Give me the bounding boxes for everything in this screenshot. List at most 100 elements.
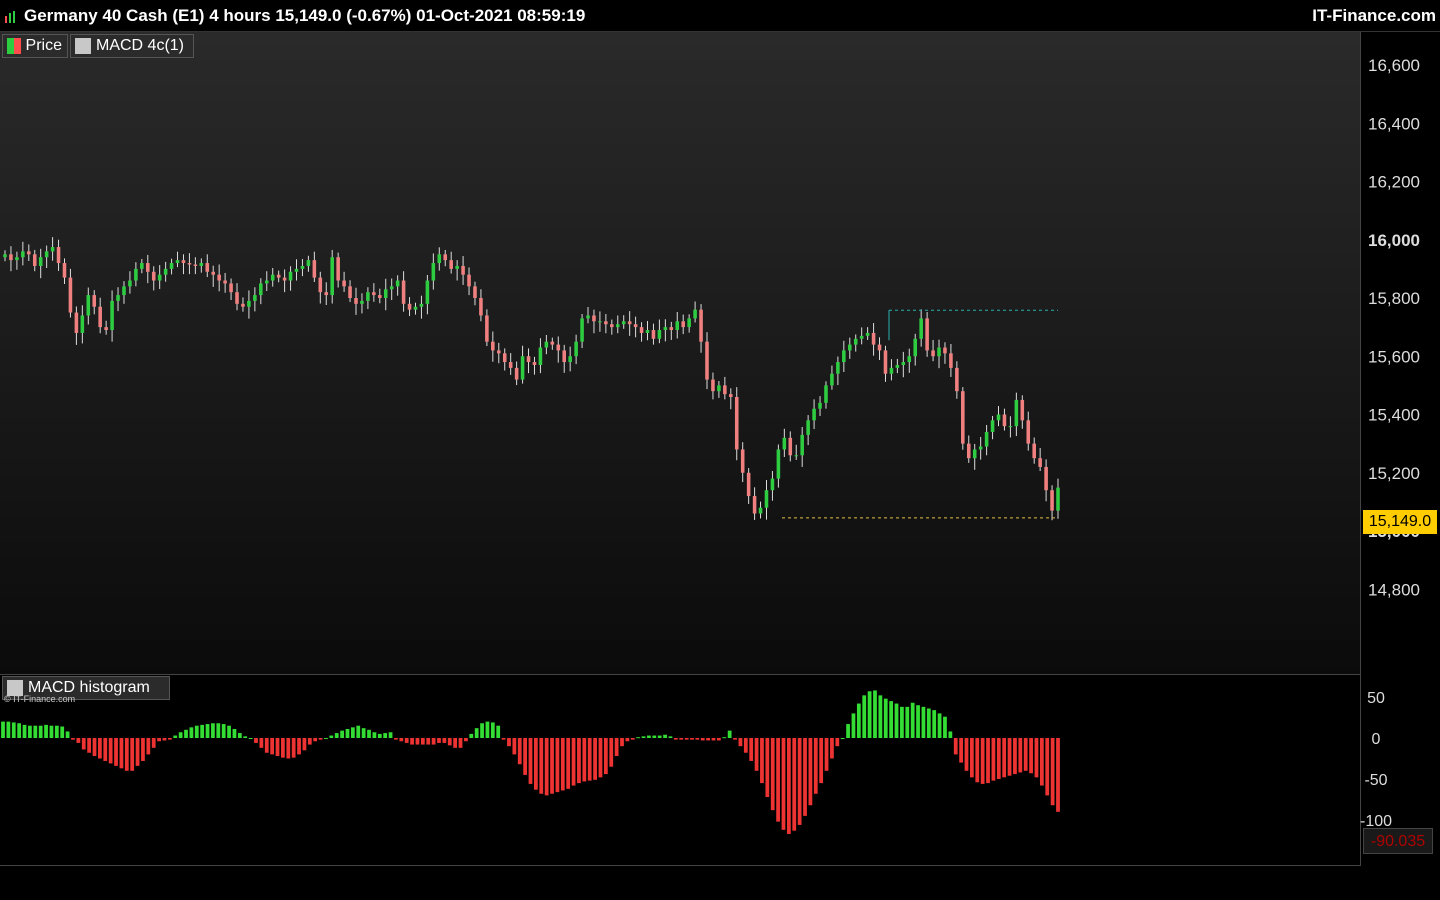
histogram-bar	[420, 738, 425, 745]
price-tick-label: 16,200	[1368, 173, 1420, 192]
legend-price[interactable]: Price	[2, 34, 68, 58]
histogram-tick-label: -50	[1364, 772, 1387, 789]
legend-macd[interactable]: MACD 4c(1)	[70, 34, 194, 58]
histogram-bar	[808, 738, 813, 806]
histogram-bar	[889, 701, 894, 738]
macd-color-swatch	[75, 38, 91, 54]
histogram-bar	[485, 721, 490, 738]
histogram-bar	[480, 723, 484, 738]
chart-area[interactable]: 16,600 16,400 16,200 16,000 15,800 15,600 15,4…	[0, 32, 1440, 892]
histogram-panel-background	[0, 675, 1360, 865]
candle-body	[241, 303, 245, 307]
histogram-bar	[652, 735, 657, 738]
candle-body	[187, 263, 192, 265]
candle-body	[699, 309, 703, 342]
histogram-bar	[286, 738, 291, 759]
histogram-bar	[647, 735, 651, 738]
candle-body	[514, 367, 519, 380]
candle-body	[592, 315, 596, 322]
chart-svg[interactable]: 16,600 16,400 16,200 16,000 15,800 15,600 15,4…	[0, 32, 1440, 892]
histogram-bar	[431, 738, 436, 745]
histogram-bar	[264, 738, 269, 753]
histogram-bar	[76, 738, 81, 743]
candle-body	[1050, 490, 1054, 511]
histogram-bar	[636, 737, 641, 739]
histogram-bar	[614, 738, 619, 757]
candle-body	[1038, 458, 1042, 467]
candle-body	[865, 332, 870, 336]
candle-body	[627, 321, 632, 325]
candle-body	[318, 277, 323, 293]
histogram-bar	[803, 738, 807, 816]
candle-body	[270, 274, 275, 281]
candle-body	[586, 315, 590, 319]
price-tick-label: 15,800	[1368, 289, 1420, 308]
histogram-bar	[932, 710, 937, 738]
histogram-bar	[11, 722, 16, 738]
histogram-bar	[550, 738, 554, 794]
candle-body	[669, 327, 674, 331]
candle-body	[961, 391, 965, 444]
candle-body	[955, 367, 959, 392]
candle-body	[80, 315, 85, 333]
candle-body	[157, 274, 162, 281]
histogram-bar	[189, 727, 194, 738]
brand-label: IT-Finance.com	[1312, 6, 1436, 25]
histogram-bar	[496, 725, 501, 738]
histogram-bar	[824, 738, 829, 771]
histogram-bar	[167, 738, 172, 740]
candle-body	[615, 324, 620, 328]
candle-body	[372, 292, 376, 296]
candle-body	[520, 356, 525, 380]
candle-body	[1044, 466, 1048, 491]
histogram-bar	[673, 738, 678, 740]
candle-body	[711, 379, 715, 392]
candle-body	[199, 263, 204, 266]
candle-body	[383, 289, 388, 298]
candle-body	[140, 263, 144, 269]
candle-body	[425, 280, 430, 304]
candle-body	[1032, 443, 1036, 459]
histogram-bar	[135, 738, 140, 766]
candle-body	[818, 402, 822, 409]
candle-body	[431, 263, 436, 281]
histogram-bar	[620, 738, 624, 747]
histogram-bar	[517, 738, 522, 765]
histogram-bar	[878, 695, 883, 738]
candle-body	[836, 362, 840, 374]
candle-body	[455, 265, 459, 269]
candle-body	[675, 321, 680, 331]
candle-body	[859, 335, 864, 339]
histogram-bar	[410, 738, 414, 745]
candle-body	[925, 318, 929, 351]
histogram-bar	[733, 738, 737, 740]
candle-body	[645, 330, 650, 333]
candle-body	[610, 324, 614, 328]
histogram-bar	[603, 738, 608, 775]
candle-body	[437, 254, 442, 264]
copyright-text: © IT-Finance.com	[4, 694, 76, 704]
candle-body	[401, 280, 406, 304]
candle-body	[812, 408, 816, 421]
candle-body	[800, 434, 804, 456]
histogram-bar	[194, 725, 199, 738]
histogram-bar	[184, 729, 188, 738]
histogram-bar	[851, 713, 856, 738]
candle-body	[853, 338, 858, 345]
price-color-swatch	[7, 38, 21, 54]
histogram-bar	[490, 722, 495, 738]
candle-body	[562, 350, 567, 363]
histogram-bar	[577, 738, 581, 784]
candle-body	[389, 286, 394, 290]
histogram-bar	[49, 725, 54, 738]
histogram-bar	[87, 738, 92, 753]
candle-body	[740, 449, 745, 473]
histogram-bar	[334, 733, 339, 738]
candle-body	[705, 341, 709, 380]
candle-body	[86, 295, 91, 316]
candle-body	[1026, 420, 1031, 444]
candle-body	[1002, 414, 1007, 427]
candle-body	[461, 265, 465, 275]
histogram-bar	[797, 738, 802, 825]
histogram-bar	[22, 724, 27, 738]
